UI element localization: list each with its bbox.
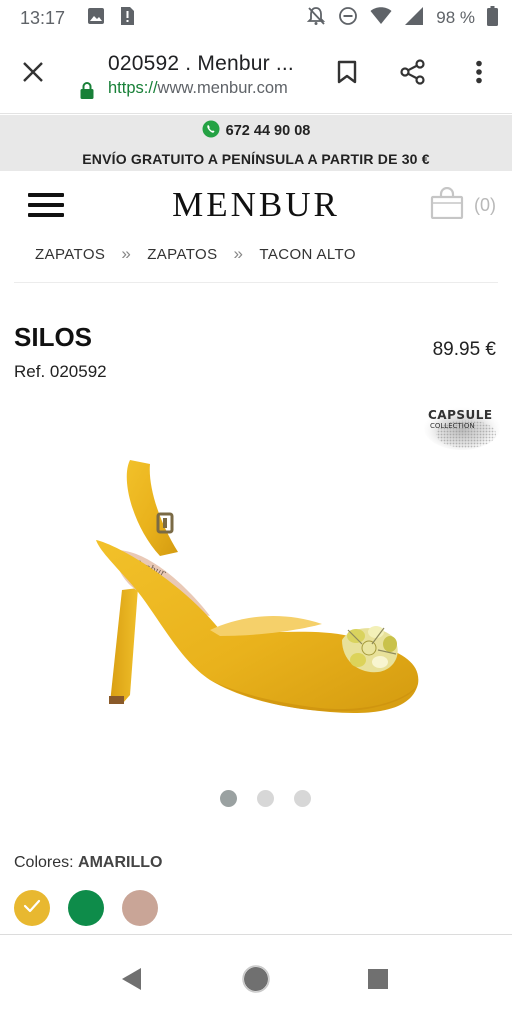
free-shipping-text: ENVÍO GRATUITO A PENÍNSULA A PARTIR DE 3… xyxy=(82,151,430,167)
recents-button[interactable] xyxy=(360,963,396,999)
back-button[interactable] xyxy=(113,963,149,999)
swatch-verde[interactable] xyxy=(68,890,104,926)
dnd-icon xyxy=(338,6,358,31)
back-triangle-icon xyxy=(119,966,143,997)
swatch-amarillo[interactable] xyxy=(14,890,50,926)
breadcrumb: ZAPATOS » ZAPATOS » TACON ALTO xyxy=(35,244,356,264)
notifications-off-icon xyxy=(306,6,326,31)
site-header: MENBUR (0) xyxy=(0,171,512,239)
more-options-button[interactable] xyxy=(446,36,512,114)
product-name: SILOS xyxy=(14,322,93,352)
promo-bar: 672 44 90 08 ENVÍO GRATUITO A PENÍNSULA … xyxy=(0,115,512,171)
image-icon xyxy=(87,7,105,30)
gallery-dot[interactable] xyxy=(219,790,237,807)
breadcrumb-separator: » xyxy=(121,244,132,263)
battery-percent: 98 % xyxy=(436,8,475,27)
close-icon xyxy=(22,61,44,88)
gallery-dot[interactable] xyxy=(256,790,274,807)
selected-color-name: AMARILLO xyxy=(78,854,163,871)
capsule-line1: CAPSULE xyxy=(428,408,493,422)
lock-icon xyxy=(80,81,94,104)
url-host: www.menbur.com xyxy=(157,78,288,97)
share-button[interactable] xyxy=(380,36,446,114)
color-swatches xyxy=(14,890,158,926)
whatsapp-icon xyxy=(202,120,220,142)
colors-label-text: Colores: xyxy=(14,854,74,871)
colors-label: Colores: AMARILLO xyxy=(14,854,162,872)
product-ref: Ref. 020592 xyxy=(14,362,107,381)
divider xyxy=(14,282,498,283)
status-time: 13:17 xyxy=(20,7,66,28)
breadcrumb-item[interactable]: ZAPATOS xyxy=(35,246,105,263)
share-icon xyxy=(400,59,426,90)
product-price: 89.95 € xyxy=(432,339,496,360)
shopping-bag-icon xyxy=(430,186,464,224)
browser-toolbar: 020592 . Menbur ... https://www.menbur.c… xyxy=(0,36,512,114)
breadcrumb-separator: » xyxy=(233,244,244,263)
bookmark-icon xyxy=(337,60,357,89)
sim-alert-icon xyxy=(119,6,135,31)
phone-number: 672 44 90 08 xyxy=(225,123,311,139)
signal-icon xyxy=(404,6,424,31)
cart-button[interactable]: (0) xyxy=(430,186,496,224)
close-tab-button[interactable] xyxy=(0,36,66,114)
breadcrumb-item[interactable]: TACON ALTO xyxy=(259,246,356,263)
check-icon xyxy=(23,899,41,918)
url-text: https://www.menbur.com xyxy=(66,79,296,98)
gallery-dots xyxy=(0,790,512,807)
product-image[interactable]: Menbur xyxy=(60,440,440,740)
promo-phone[interactable]: 672 44 90 08 xyxy=(0,115,512,142)
wifi-icon xyxy=(370,6,392,30)
system-nav-bar xyxy=(0,935,512,1024)
status-bar: 13:17 98 % xyxy=(0,0,512,36)
capsule-line2: COLLECTION xyxy=(430,422,475,430)
bookmark-button[interactable] xyxy=(314,36,380,114)
home-circle-icon xyxy=(242,964,270,998)
breadcrumb-item[interactable]: ZAPATOS xyxy=(147,246,217,263)
page-title: 020592 . Menbur ... xyxy=(108,51,294,75)
gallery-dot[interactable] xyxy=(293,790,311,807)
battery-icon xyxy=(487,5,498,31)
swatch-nude[interactable] xyxy=(122,890,158,926)
url-area[interactable]: 020592 . Menbur ... https://www.menbur.c… xyxy=(66,51,296,99)
home-button[interactable] xyxy=(238,963,274,999)
url-scheme: https:// xyxy=(108,78,158,97)
cart-count: (0) xyxy=(474,195,496,215)
recents-square-icon xyxy=(367,968,389,995)
more-vert-icon xyxy=(475,60,483,89)
